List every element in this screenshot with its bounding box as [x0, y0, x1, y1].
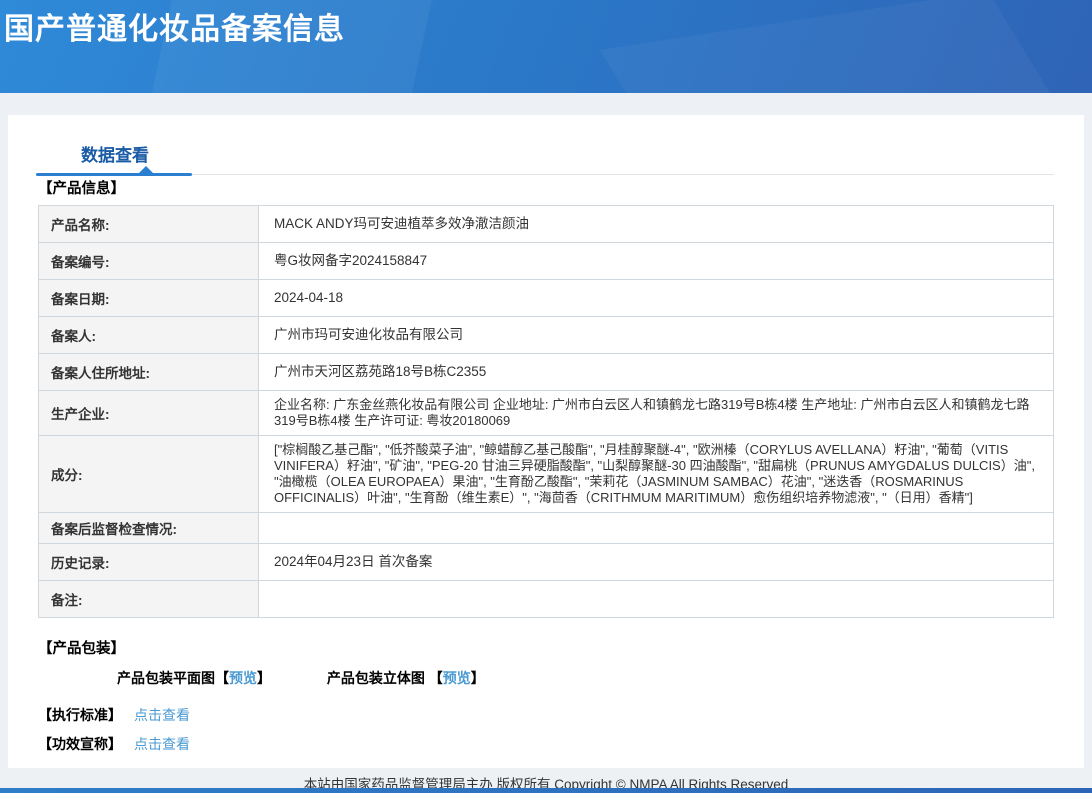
- table-row: 备案编号: 粤G妆网备字2024158847: [38, 242, 1054, 280]
- row-label: 备注:: [38, 580, 259, 618]
- package-flat-view: 产品包装平面图【预览】: [117, 670, 275, 686]
- tab-bar: 数据查看: [8, 115, 1084, 177]
- row-value: 广州市天河区荔苑路18号B栋C2355: [258, 353, 1054, 391]
- content-card: 数据查看 【产品信息】 产品名称: MACK ANDY玛可安迪植萃多效净澈洁颜油…: [8, 115, 1084, 768]
- bottom-accent-bar: [0, 788, 1092, 793]
- row-value: 企业名称: 广东金丝燕化妆品有限公司 企业地址: 广州市白云区人和镇鹤龙七路31…: [258, 390, 1054, 436]
- row-label: 生产企业:: [38, 390, 259, 436]
- package-3d-label: 产品包装立体图: [326, 670, 429, 686]
- product-info-table: 产品名称: MACK ANDY玛可安迪植萃多效净澈洁颜油 备案编号: 粤G妆网备…: [38, 205, 1054, 618]
- table-row: 生产企业: 企业名称: 广东金丝燕化妆品有限公司 企业地址: 广州市白云区人和镇…: [38, 390, 1054, 436]
- efficacy-claim-row: 【功效宣称】 点击查看: [38, 734, 1084, 754]
- row-value: [258, 512, 1054, 544]
- table-row: 历史记录: 2024年04月23日 首次备案: [38, 543, 1054, 581]
- table-row: 备注:: [38, 580, 1054, 618]
- row-label: 产品名称:: [38, 205, 259, 243]
- section-title-exec-standard: 【执行标准】: [38, 707, 122, 723]
- package-flat-label: 产品包装平面图: [117, 670, 215, 686]
- row-label: 成分:: [38, 435, 259, 513]
- package-3d-view: 产品包装立体图 【预览】: [327, 670, 485, 686]
- row-label: 备案后监督检查情况:: [38, 512, 259, 544]
- section-title-product-info: 【产品信息】: [38, 181, 125, 197]
- row-label: 备案人住所地址:: [38, 353, 259, 391]
- page-title: 国产普通化妆品备案信息: [4, 13, 345, 46]
- efficacy-claim-view-link[interactable]: 点击查看: [134, 736, 190, 752]
- section-title-efficacy-claim: 【功效宣称】: [38, 736, 122, 752]
- row-value: [258, 580, 1054, 618]
- table-row: 备案后监督检查情况:: [38, 512, 1054, 544]
- table-row: 备案人住所地址: 广州市天河区荔苑路18号B栋C2355: [38, 353, 1054, 391]
- tab-data-view[interactable]: 数据查看: [81, 141, 149, 166]
- row-value: 2024年04月23日 首次备案: [258, 543, 1054, 581]
- package-flat-preview-link[interactable]: 预览: [229, 670, 257, 686]
- row-label: 备案日期:: [38, 279, 259, 317]
- table-row: 产品名称: MACK ANDY玛可安迪植萃多效净澈洁颜油: [38, 205, 1054, 243]
- tab-active-arrow-icon: [138, 166, 154, 174]
- row-value: 2024-04-18: [258, 279, 1054, 317]
- bracket-close: 】: [257, 670, 271, 686]
- row-label: 历史记录:: [38, 543, 259, 581]
- bracket-open: 【: [428, 670, 443, 686]
- exec-standard-row: 【执行标准】 点击查看: [38, 705, 1084, 725]
- row-label: 备案人:: [38, 316, 259, 354]
- bracket-close: 】: [470, 670, 485, 686]
- row-value: 粤G妆网备字2024158847: [258, 242, 1054, 280]
- section-title-product-package: 【产品包装】: [38, 641, 125, 657]
- row-value: ["棕榈酸乙基己酯", "低芥酸菜子油", "鲸蜡醇乙基己酸酯", "月桂醇聚醚…: [258, 435, 1054, 513]
- table-row: 备案人: 广州市玛可安迪化妆品有限公司: [38, 316, 1054, 354]
- package-preview-row: 产品包装平面图【预览】 产品包装立体图 【预览】: [117, 668, 1084, 688]
- table-row: 备案日期: 2024-04-18: [38, 279, 1054, 317]
- row-label: 备案编号:: [38, 242, 259, 280]
- row-value: MACK ANDY玛可安迪植萃多效净澈洁颜油: [258, 205, 1054, 243]
- package-3d-preview-link[interactable]: 预览: [443, 670, 471, 686]
- page-header: 国产普通化妆品备案信息: [0, 0, 1092, 93]
- exec-standard-view-link[interactable]: 点击查看: [134, 707, 190, 723]
- bracket-open: 【: [215, 670, 229, 686]
- table-row: 成分: ["棕榈酸乙基己酯", "低芥酸菜子油", "鲸蜡醇乙基己酸酯", "月…: [38, 435, 1054, 513]
- tab-active-indicator: [36, 173, 192, 176]
- row-value: 广州市玛可安迪化妆品有限公司: [258, 316, 1054, 354]
